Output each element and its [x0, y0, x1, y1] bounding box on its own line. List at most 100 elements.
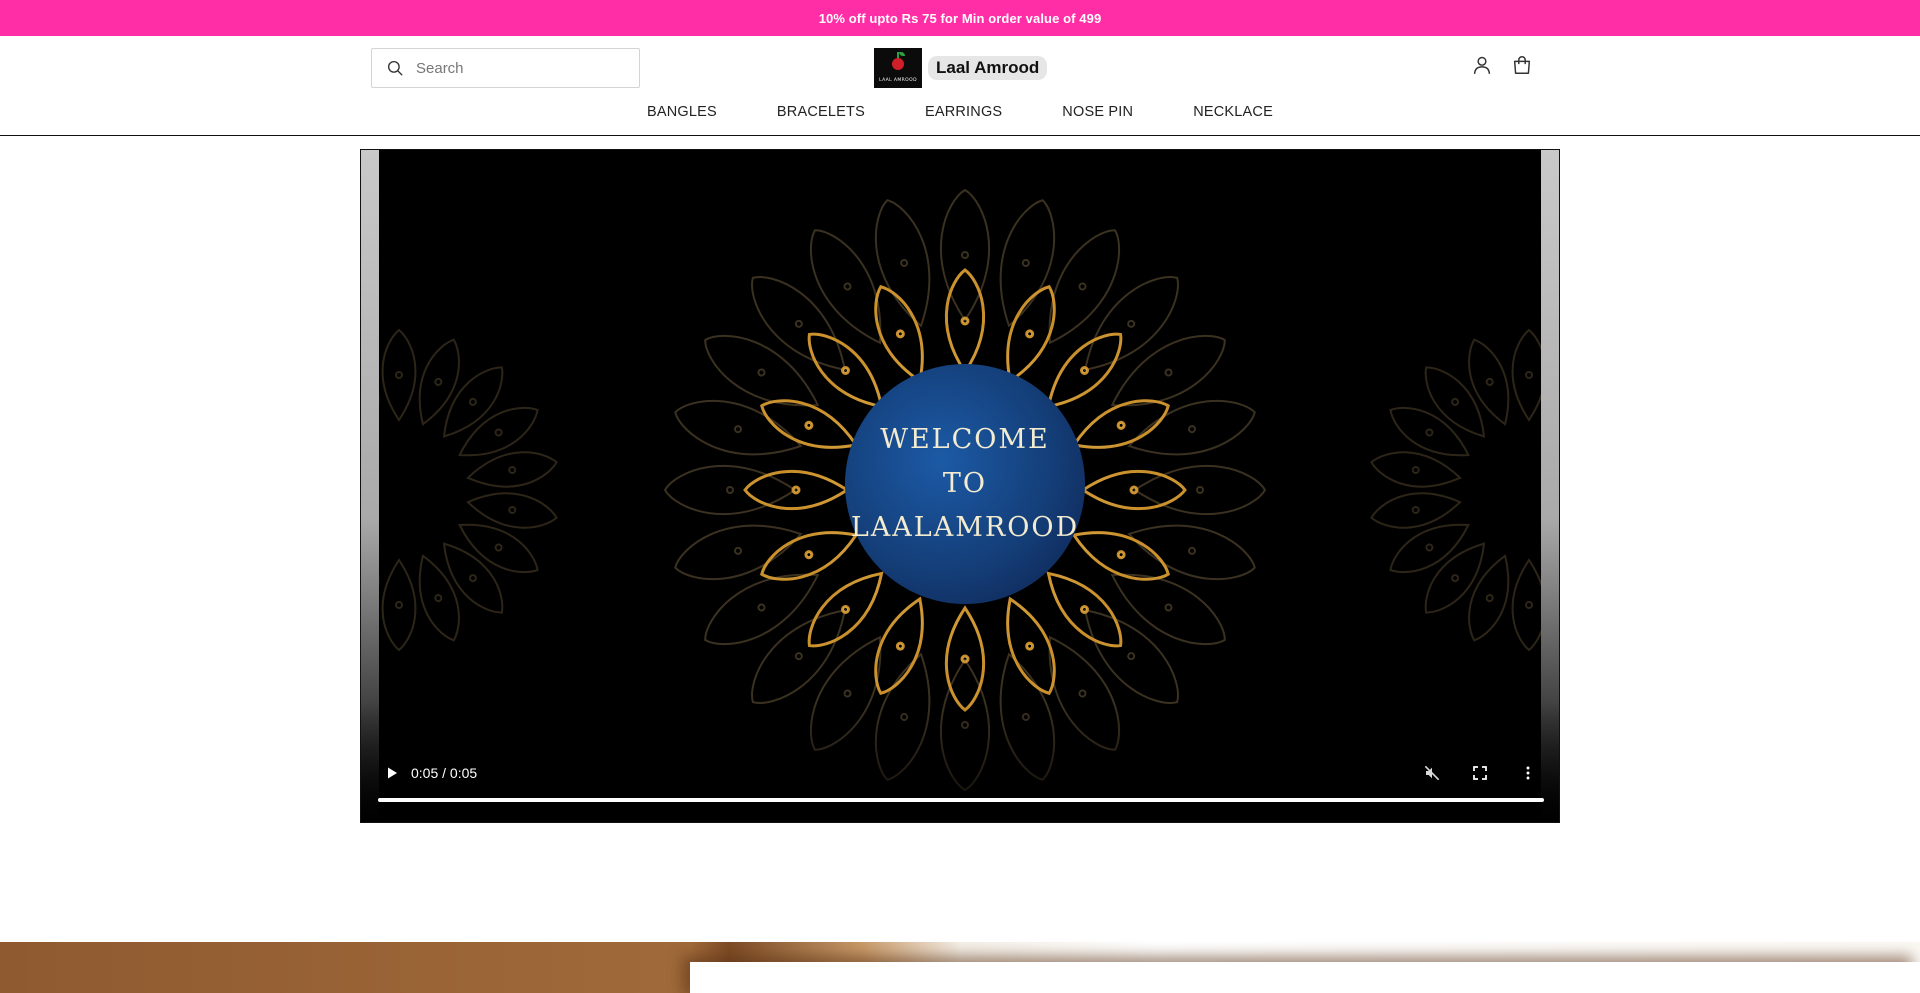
shopping-bag-icon — [1513, 56, 1531, 74]
mandala-petal — [466, 492, 558, 529]
mandala-dot — [395, 601, 403, 609]
brand[interactable]: LAAL AMROOD Laal Amrood — [874, 48, 1048, 88]
search-icon — [387, 60, 403, 76]
mandala-dot — [1425, 428, 1434, 437]
mandala-dot — [1116, 550, 1126, 560]
mandala-petal — [381, 328, 417, 422]
logo-text: LAAL AMROOD — [879, 78, 917, 83]
nav-necklace[interactable]: NECKLACE — [1193, 100, 1273, 124]
mandala-dot — [843, 689, 852, 698]
mandala-dot — [468, 574, 477, 583]
mandala-dot — [726, 486, 734, 494]
mandala-dot — [895, 641, 905, 651]
mandala-petal — [418, 554, 460, 642]
mandala-dot — [1078, 282, 1087, 291]
mandala-dot — [1411, 466, 1420, 475]
more-options-button[interactable] — [1515, 760, 1541, 786]
mandala-dot — [734, 546, 743, 555]
mandala-petal — [1468, 338, 1510, 426]
mandala-petal — [1468, 554, 1510, 642]
video-time: 0:05 / 0:05 — [411, 765, 478, 781]
mandala-dot — [1127, 319, 1136, 328]
mandala-dot — [1021, 259, 1030, 268]
hero-video[interactable]: WELCOME TO LAALAMROOD 0:05 / 0:05 — [360, 149, 1560, 823]
mandala-dot — [1187, 546, 1196, 555]
mandala-dot — [794, 319, 803, 328]
fullscreen-button[interactable] — [1467, 760, 1493, 786]
mute-button[interactable] — [1419, 760, 1445, 786]
mandala-dot — [395, 371, 403, 379]
mandala-petal — [466, 451, 558, 488]
mandala-petal — [874, 596, 924, 695]
mandala-dot — [1485, 594, 1494, 603]
mandala-petal — [760, 399, 859, 449]
mandala-dot — [1425, 543, 1434, 552]
announcement-text: 10% off upto Rs 75 for Min order value o… — [818, 10, 1102, 26]
nav-nose-pin[interactable]: NOSE PIN — [1062, 100, 1133, 124]
mandala-petal — [1370, 451, 1462, 488]
account-button[interactable] — [1469, 52, 1495, 78]
announcement-bar: 10% off upto Rs 75 for Min order value o… — [0, 0, 1920, 36]
nav-earrings[interactable]: EARRINGS — [925, 100, 1002, 124]
main-nav: BANGLES BRACELETS EARRINGS NOSE PIN NECK… — [0, 100, 1920, 124]
mandala-petal — [418, 338, 460, 426]
mandala-petal — [381, 558, 417, 652]
search-input[interactable] — [416, 59, 616, 77]
video-progress-bar[interactable] — [378, 798, 1544, 802]
mandala-dot — [757, 603, 766, 612]
mandala-dot — [1078, 689, 1087, 698]
header-icons — [1469, 52, 1535, 78]
mandala-dot — [1196, 486, 1204, 494]
mandala-dot — [804, 550, 814, 560]
mandala-petal — [379, 554, 380, 642]
mandala-dot — [1187, 425, 1196, 434]
play-button[interactable] — [379, 760, 405, 786]
welcome-line-1: WELCOME — [880, 424, 1050, 455]
mandala-dot — [1127, 652, 1136, 661]
mandala-dot — [1411, 505, 1420, 514]
mandala-petal — [1071, 531, 1170, 581]
mandala-petal — [1370, 492, 1462, 529]
product-banner — [0, 942, 1920, 993]
banner-paper — [690, 962, 1920, 993]
mandala-dot — [1525, 601, 1533, 609]
mandala-dot — [734, 425, 743, 434]
mandala-dot — [900, 259, 909, 268]
mandala-petal — [379, 338, 380, 426]
mandala-dot — [1025, 641, 1035, 651]
nav-bracelets[interactable]: BRACELETS — [777, 100, 865, 124]
site-header: LAAL AMROOD Laal Amrood BANGLES BRACELET… — [0, 36, 1920, 136]
mandala-dot — [1025, 329, 1035, 339]
mandala-dot — [494, 428, 503, 437]
mandala-dot — [494, 543, 503, 552]
mandala-dot — [1116, 420, 1126, 430]
mandala-dot — [508, 505, 517, 514]
mandala-petal — [760, 531, 859, 581]
nav-bangles[interactable]: BANGLES — [647, 100, 717, 124]
mandala-dot — [843, 282, 852, 291]
brand-logo[interactable]: LAAL AMROOD — [874, 48, 922, 88]
mandala-dot — [895, 329, 905, 339]
more-vertical-icon — [1526, 766, 1530, 780]
mandala-dot — [434, 594, 443, 603]
search-box[interactable] — [371, 48, 640, 88]
cart-button[interactable] — [1509, 52, 1535, 78]
mandala-petal — [1071, 399, 1170, 449]
fullscreen-icon — [1473, 766, 1487, 780]
brand-name[interactable]: Laal Amrood — [928, 56, 1048, 80]
mandala-dot — [794, 652, 803, 661]
mandala-dot — [1164, 603, 1173, 612]
mandala-dot — [1525, 371, 1533, 379]
mandala-petal — [1006, 596, 1056, 695]
mandala-dot — [961, 251, 969, 259]
mandala-dot — [1451, 574, 1460, 583]
mandala-dot — [508, 466, 517, 475]
play-icon — [388, 767, 397, 779]
welcome-line-2: TO — [942, 468, 988, 499]
muted-icon — [1424, 765, 1440, 781]
mandala-dot — [1451, 397, 1460, 406]
mandala-dot — [1164, 368, 1173, 377]
mandala-dot — [1485, 377, 1494, 386]
mandala-dot — [434, 377, 443, 386]
video-controls: 0:05 / 0:05 — [379, 760, 1541, 786]
